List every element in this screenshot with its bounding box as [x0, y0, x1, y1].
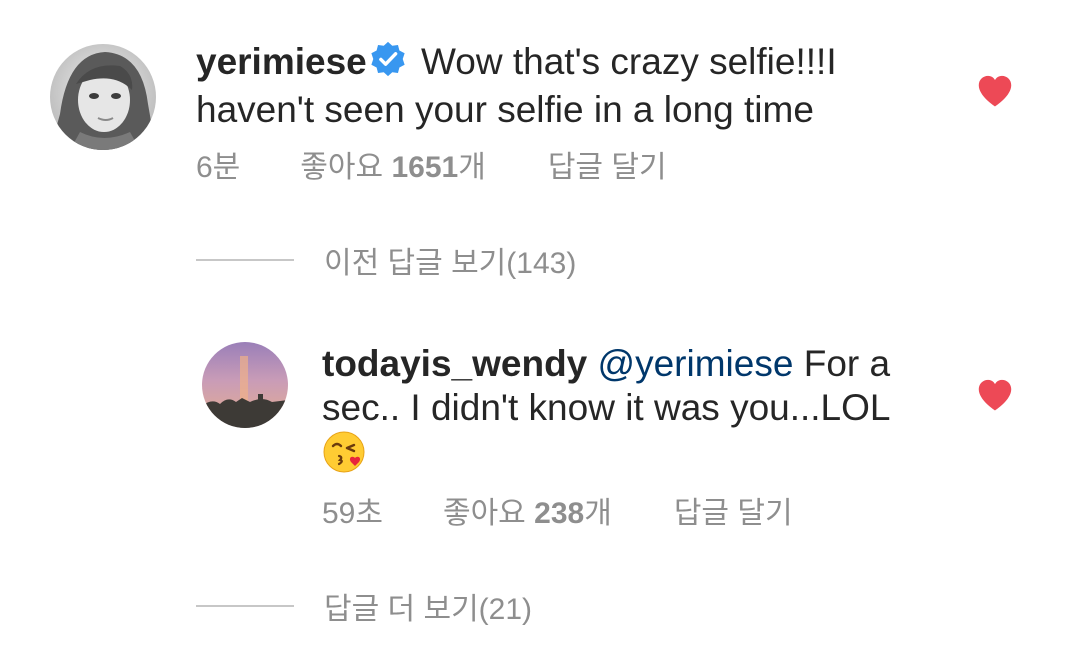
verified-badge-icon — [369, 40, 407, 88]
comment-likes-count: 1651 — [391, 151, 459, 184]
comment-likes[interactable]: 좋아요 1651개 — [300, 142, 486, 186]
comment-like-heart-icon[interactable] — [976, 74, 1014, 110]
view-previous-replies[interactable]: 이전 답글 보기(143) — [196, 240, 576, 280]
reply-text-line1: For a — [803, 343, 891, 384]
avatar-todayis-wendy[interactable] — [202, 342, 288, 428]
comment-yerimiese: yerimiese Wow that's crazy selfie!!!I ha… — [0, 0, 1080, 200]
comment-text-line1: Wow that's crazy selfie!!!I — [421, 41, 837, 82]
comment-reply-button[interactable]: 답글 달기 — [548, 142, 667, 186]
divider-line — [196, 259, 294, 261]
reply-meta: 59초 좋아요 238개 답글 달기 — [322, 490, 793, 530]
comment-likes-unit: 개 — [458, 151, 486, 184]
face-blowing-kiss-icon — [322, 430, 366, 484]
avatar-image — [50, 44, 156, 150]
comment-likes-label: 좋아요 — [300, 151, 384, 184]
reply-likes-count: 238 — [534, 497, 585, 530]
view-more-replies-label: 답글 더 보기(21) — [324, 593, 533, 626]
reply-todayis-wendy: todayis_wendy @yerimiese For a sec.. I d… — [0, 320, 1080, 540]
comment-text-block: yerimiese Wow that's crazy selfie!!!I ha… — [196, 40, 956, 132]
reply-text-line2: sec.. I didn't know it was you...LOL — [322, 387, 891, 428]
reply-text-block: todayis_wendy @yerimiese For a sec.. I d… — [322, 342, 962, 484]
reply-like-heart-icon[interactable] — [976, 378, 1014, 414]
reply-likes-unit: 개 — [584, 497, 612, 530]
divider-line — [196, 605, 294, 607]
comment-meta: 6분 좋아요 1651개 답글 달기 — [196, 144, 667, 184]
comment-username[interactable]: yerimiese — [196, 41, 367, 82]
reply-likes-label: 좋아요 — [442, 497, 526, 530]
comment-time: 6분 — [196, 151, 241, 184]
reply-username[interactable]: todayis_wendy — [322, 343, 587, 384]
comment-text-line2: haven't seen your selfie in a long time — [196, 89, 814, 130]
reply-mention[interactable]: @yerimiese — [598, 343, 794, 384]
avatar-image — [202, 342, 288, 428]
view-previous-replies-label: 이전 답글 보기(143) — [324, 247, 577, 280]
view-more-replies[interactable]: 답글 더 보기(21) — [196, 586, 532, 626]
reply-time: 59초 — [322, 497, 383, 530]
reply-likes[interactable]: 좋아요 238개 — [443, 488, 612, 532]
reply-reply-button[interactable]: 답글 달기 — [674, 488, 793, 532]
avatar-yerimiese[interactable] — [50, 44, 156, 150]
